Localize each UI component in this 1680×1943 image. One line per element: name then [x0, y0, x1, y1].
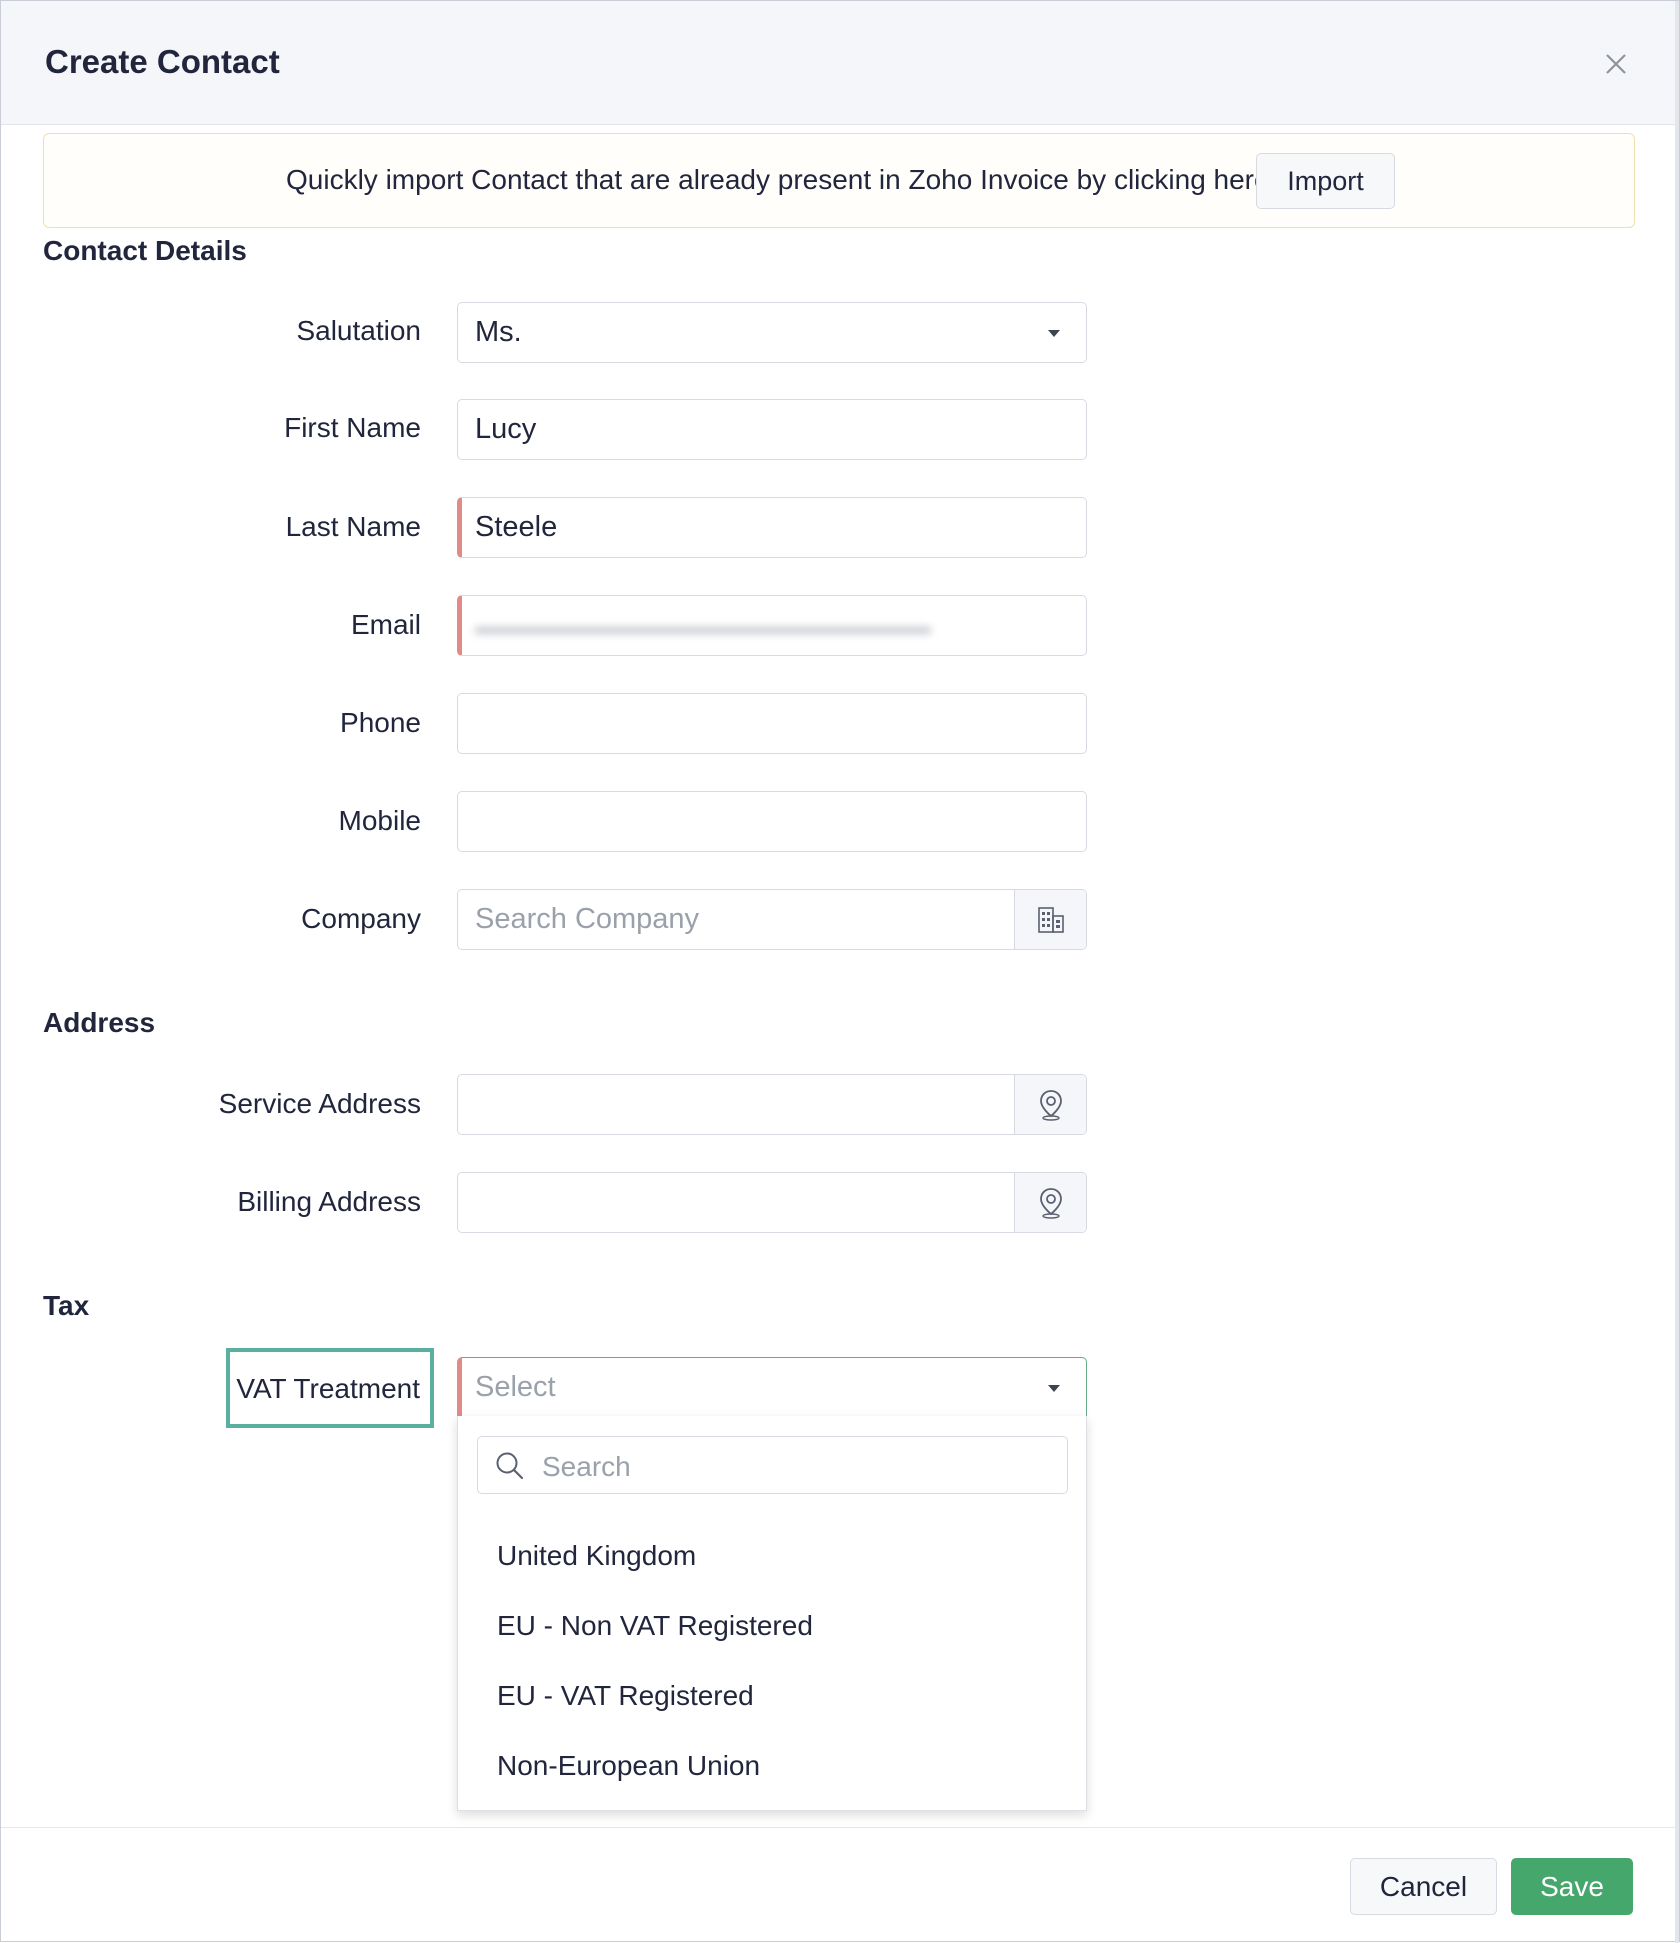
vat-treatment-label-highlight: VAT Treatment	[226, 1348, 434, 1428]
search-icon	[496, 1452, 524, 1480]
last-name-field[interactable]: Steele	[457, 497, 1087, 558]
save-button[interactable]: Save	[1511, 1858, 1633, 1915]
salutation-value: Ms.	[475, 316, 522, 348]
mobile-label: Mobile	[338, 805, 421, 836]
vat-treatment-label: VAT Treatment	[236, 1373, 420, 1404]
service-address-map-button[interactable]	[1014, 1075, 1086, 1134]
import-button[interactable]: Import	[1256, 153, 1395, 209]
last-name-label: Last Name	[285, 511, 421, 542]
scrollbar-track	[1675, 1, 1679, 1943]
first-name-field[interactable]: Lucy	[457, 399, 1087, 460]
dialog-title: Create Contact	[45, 43, 280, 80]
location-pin-icon	[1039, 1187, 1062, 1219]
phone-field[interactable]	[457, 693, 1087, 754]
phone-label: Phone	[340, 707, 421, 738]
location-pin-icon	[1039, 1089, 1062, 1121]
email-value-blurred: ▬▬▬▬▬▬▬▬▬▬▬▬▬▬▬▬▬▬▬	[475, 613, 931, 640]
company-search-field[interactable]: Search Company	[457, 889, 1087, 950]
building-icon	[1037, 906, 1064, 933]
vat-option[interactable]: EU - VAT Registered	[497, 1680, 754, 1712]
address-heading: Address	[43, 1007, 156, 1038]
first-name-value: Lucy	[475, 413, 537, 445]
first-name-label: First Name	[284, 412, 421, 443]
email-label: Email	[350, 609, 421, 640]
vat-treatment-search-input[interactable]: Search	[477, 1436, 1068, 1494]
dialog-header: Create Contact	[1, 1, 1677, 125]
salutation-select[interactable]: Ms.	[457, 302, 1087, 363]
import-banner: Quickly import Contact that are already …	[43, 133, 1635, 228]
service-address-label: Service Address	[218, 1088, 421, 1119]
vat-option[interactable]: Non-European Union	[497, 1750, 760, 1782]
chevron-down-icon	[1048, 330, 1060, 337]
vat-treatment-select[interactable]: Select	[457, 1357, 1087, 1417]
vat-treatment-dropdown: Search United Kingdom EU - Non VAT Regis…	[457, 1416, 1087, 1811]
footer-divider	[1, 1827, 1677, 1828]
billing-address-field[interactable]	[457, 1172, 1087, 1233]
email-field[interactable]: ▬▬▬▬▬▬▬▬▬▬▬▬▬▬▬▬▬▬▬	[457, 595, 1087, 656]
service-address-field[interactable]	[457, 1074, 1087, 1135]
chevron-down-icon	[1048, 1385, 1060, 1392]
company-label: Company	[301, 903, 421, 934]
vat-treatment-search-placeholder: Search	[542, 1451, 631, 1482]
close-icon[interactable]	[1599, 47, 1633, 81]
tax-heading: Tax	[43, 1290, 90, 1321]
mobile-field[interactable]	[457, 791, 1087, 852]
company-lookup-button[interactable]	[1014, 890, 1086, 949]
contact-details-heading: Contact Details	[43, 235, 247, 266]
billing-address-label: Billing Address	[237, 1186, 421, 1217]
billing-address-map-button[interactable]	[1014, 1173, 1086, 1232]
vat-treatment-placeholder: Select	[475, 1371, 556, 1403]
vat-option[interactable]: EU - Non VAT Registered	[497, 1610, 813, 1642]
create-contact-dialog: Create Contact Quickly import Contact th…	[0, 0, 1680, 1943]
vat-option[interactable]: United Kingdom	[497, 1540, 696, 1572]
last-name-value: Steele	[475, 511, 558, 543]
salutation-label: Salutation	[296, 315, 421, 346]
company-placeholder: Search Company	[475, 903, 700, 935]
cancel-button[interactable]: Cancel	[1350, 1858, 1497, 1915]
import-banner-text: Quickly import Contact that are already …	[286, 164, 1270, 195]
